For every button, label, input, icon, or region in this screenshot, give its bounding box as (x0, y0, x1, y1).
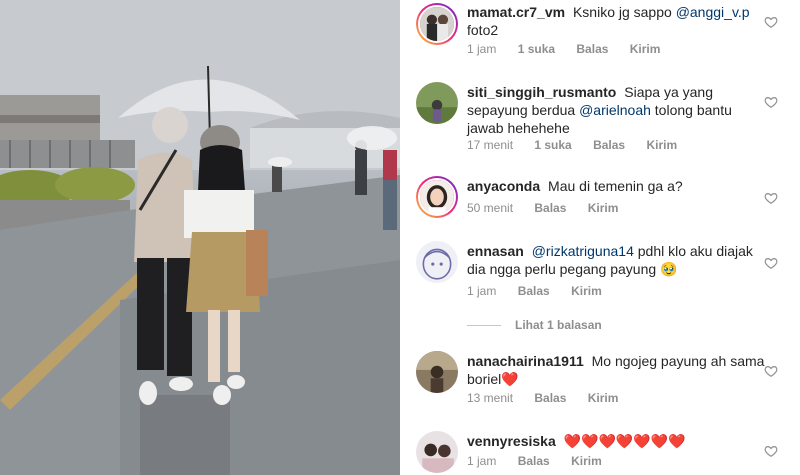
post-photo (0, 0, 400, 475)
avatar-photo (416, 241, 458, 283)
comment-username[interactable]: siti_singgih_rusmanto (467, 84, 616, 100)
comment-body: Ksniko jg sappo (572, 4, 672, 20)
avatar[interactable] (416, 241, 458, 283)
send-button[interactable]: Kirim (571, 454, 602, 468)
comment-text: siti_singgih_rusmanto Siapa ya yang sepa… (467, 83, 767, 137)
comment-meta: 1 jam Balas Kirim (467, 454, 620, 468)
view-replies-label: Lihat 1 balasan (515, 318, 602, 332)
avatar-photo (416, 431, 458, 473)
comment-body: ❤️❤️❤️❤️❤️❤️❤️ (563, 433, 686, 449)
comment-username[interactable]: ennasan (467, 243, 524, 259)
comment-time[interactable]: 50 menit (467, 201, 513, 215)
heart-icon[interactable] (764, 15, 778, 29)
replies-divider (467, 325, 501, 327)
heart-icon[interactable] (764, 364, 778, 378)
comment-time[interactable]: 17 menit (467, 138, 513, 152)
comment-mention[interactable]: @rizkatriguna14 (532, 243, 634, 259)
reply-button[interactable]: Balas (534, 391, 566, 405)
avatar[interactable] (416, 82, 458, 124)
comment-text: vennyresiska ❤️❤️❤️❤️❤️❤️❤️ (467, 432, 767, 450)
comment-time[interactable]: 1 jam (467, 454, 496, 468)
comment-meta: 1 jam Balas Kirim (467, 284, 620, 298)
comment-text: ennasan @rizkatriguna14 pdhl klo aku dia… (467, 242, 767, 278)
comment-likes[interactable]: 1 suka (518, 42, 555, 56)
comment-username[interactable]: mamat.cr7_vm (467, 4, 565, 20)
heart-icon[interactable] (764, 444, 778, 458)
reply-button[interactable]: Balas (518, 284, 550, 298)
reply-button[interactable]: Balas (576, 42, 608, 56)
comment-likes[interactable]: 1 suka (534, 138, 571, 152)
send-button[interactable]: Kirim (571, 284, 602, 298)
avatar-photo (416, 351, 458, 393)
comment-body-end: foto2 (467, 22, 499, 38)
comment-time[interactable]: 1 jam (467, 42, 496, 56)
photo-illustration (0, 0, 400, 475)
avatar-photo (416, 82, 458, 124)
comment-meta: 17 menit 1 suka Balas Kirim (467, 138, 695, 152)
comment-mention[interactable]: @anggi_v.p (676, 4, 750, 20)
comment-meta: 50 menit Balas Kirim (467, 201, 636, 215)
avatar[interactable] (416, 176, 458, 218)
reply-button[interactable]: Balas (534, 201, 566, 215)
comment-body: Mau di temenin ga a? (548, 178, 683, 194)
send-button[interactable]: Kirim (630, 42, 661, 56)
comments-panel: mamat.cr7_vm Ksniko jg sappo @anggi_v.p … (400, 0, 800, 475)
reply-button[interactable]: Balas (518, 454, 550, 468)
avatar-photo (420, 7, 454, 41)
comment-meta: 13 menit Balas Kirim (467, 391, 636, 405)
comment-username[interactable]: nanachairina1911 (467, 353, 584, 369)
comment-meta: 1 jam 1 suka Balas Kirim (467, 42, 678, 56)
avatar[interactable] (416, 431, 458, 473)
comment-text: nanachairina1911 Mo ngojeg payung ah sam… (467, 352, 767, 388)
comment-time[interactable]: 1 jam (467, 284, 496, 298)
comment-username[interactable]: vennyresiska (467, 433, 556, 449)
avatar[interactable] (416, 3, 458, 45)
view-replies-button[interactable]: Lihat 1 balasan (467, 318, 602, 332)
comment-text: mamat.cr7_vm Ksniko jg sappo @anggi_v.p … (467, 3, 767, 39)
heart-icon[interactable] (764, 191, 778, 205)
comment-mention[interactable]: @arielnoah (579, 102, 651, 118)
send-button[interactable]: Kirim (588, 201, 619, 215)
reply-button[interactable]: Balas (593, 138, 625, 152)
heart-icon[interactable] (764, 95, 778, 109)
comment-time[interactable]: 13 menit (467, 391, 513, 405)
heart-icon[interactable] (764, 256, 778, 270)
comment-text: anyaconda Mau di temenin ga a? (467, 177, 767, 195)
send-button[interactable]: Kirim (646, 138, 677, 152)
avatar-photo (420, 180, 454, 214)
send-button[interactable]: Kirim (588, 391, 619, 405)
comment-username[interactable]: anyaconda (467, 178, 540, 194)
avatar[interactable] (416, 351, 458, 393)
